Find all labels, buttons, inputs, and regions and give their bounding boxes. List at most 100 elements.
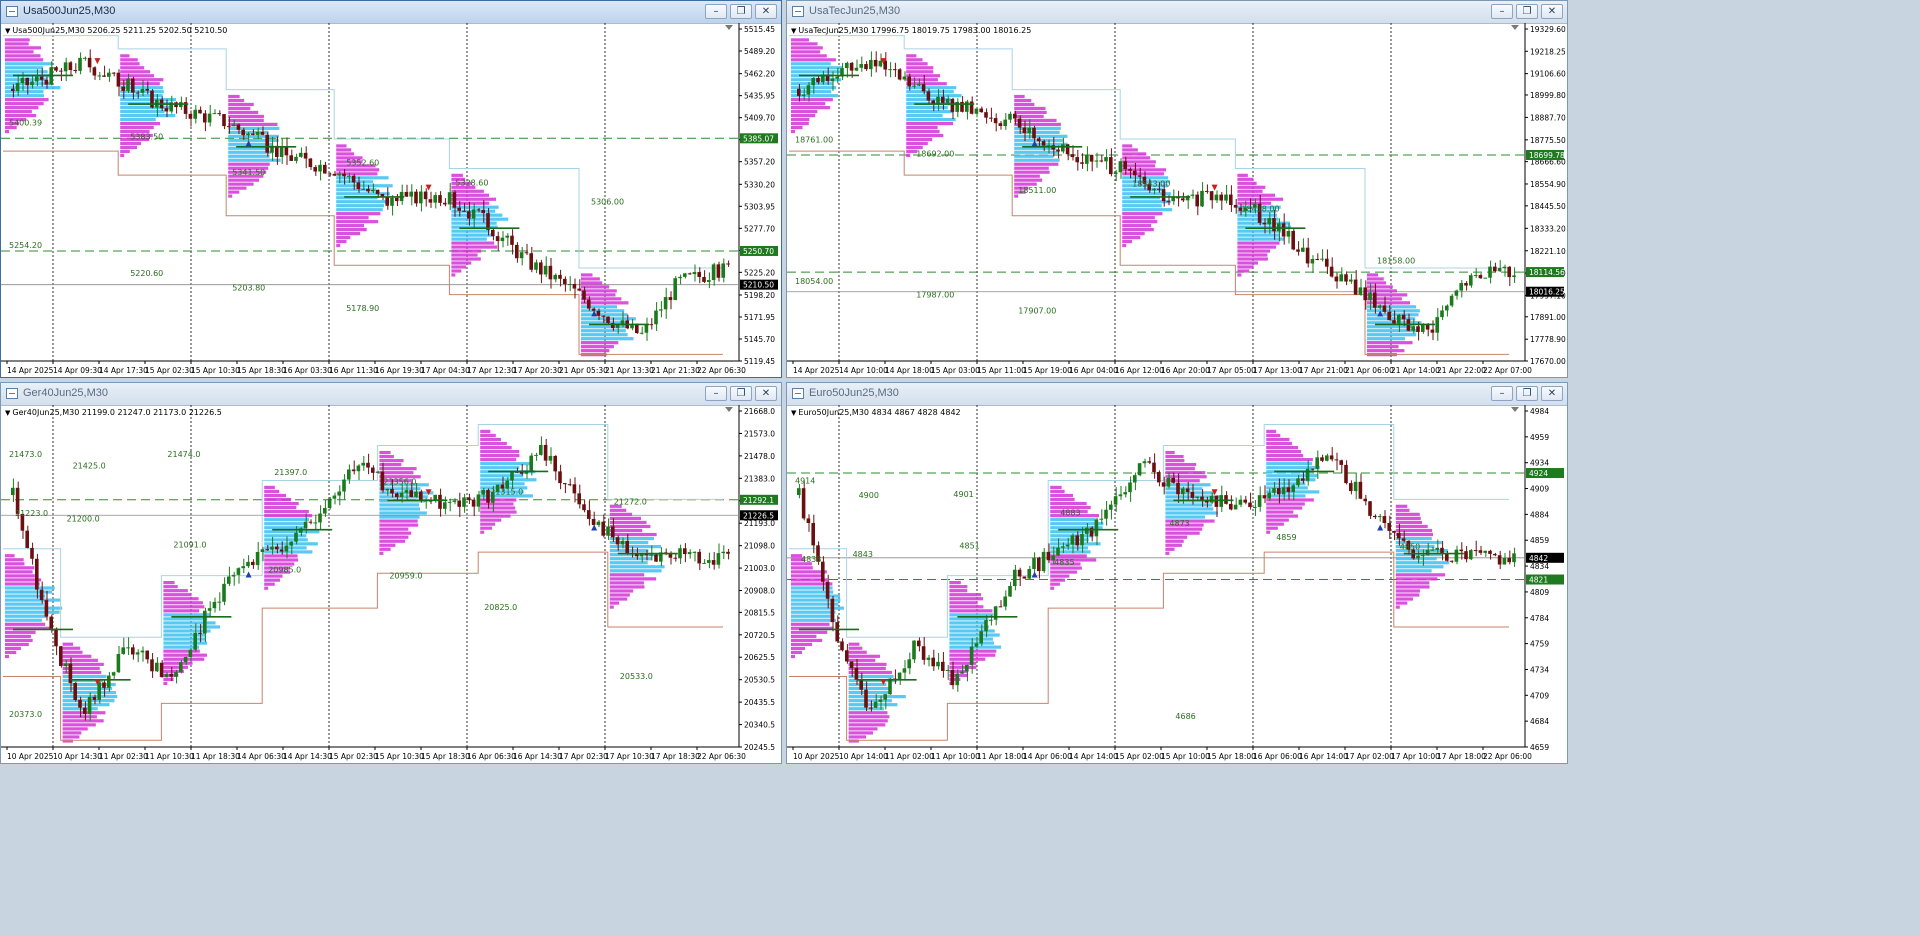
volume-profile-bar: [264, 574, 283, 578]
candle-body: [529, 253, 533, 270]
candlestick-chart[interactable]: 10 Apr 2025 10 Apr 14:0011 Apr 02:0011 Ap…: [787, 405, 1567, 763]
volume-profile-bar: [1237, 245, 1277, 249]
price-annotation: 4901: [953, 490, 973, 499]
minimize-button[interactable]: –: [1491, 4, 1513, 19]
dropdown-triangle-icon[interactable]: ▼: [5, 409, 10, 417]
volume-profile-bar: [791, 66, 844, 70]
dropdown-triangle-icon[interactable]: ▼: [791, 409, 796, 417]
volume-profile-bar: [1014, 102, 1035, 107]
restore-button[interactable]: ❐: [730, 4, 752, 19]
chart-window-ger40[interactable]: Ger40Jun25,M30 – ❐ ✕ ▼ Ger40Jun25,M30 211…: [0, 382, 782, 764]
close-button[interactable]: ✕: [755, 386, 777, 401]
candle-body: [467, 497, 471, 500]
time-label: 15 Apr 18:00: [1207, 752, 1256, 761]
time-label: 15 Apr 11:00: [977, 366, 1026, 375]
candle-body: [1397, 314, 1401, 324]
close-button[interactable]: ✕: [1541, 4, 1563, 19]
candle-body: [1401, 538, 1406, 541]
time-label: 15 Apr 02:00: [1115, 752, 1164, 761]
volume-profile-bar: [609, 581, 644, 585]
candle-body: [1181, 488, 1185, 495]
volume-profile-bar: [949, 617, 989, 621]
volume-profile-bar: [451, 253, 478, 257]
chart-window-usatec[interactable]: UsaTecJun25,M30 – ❐ ✕ ▼ UsaTecJun25,M30 1…: [786, 0, 1568, 378]
dropdown-triangle-icon[interactable]: ▼: [5, 27, 10, 35]
candle-body: [721, 263, 725, 278]
price-annotation: 20533.0: [620, 672, 653, 681]
volume-profile-bar: [609, 545, 662, 549]
restore-button[interactable]: ❐: [1516, 4, 1538, 19]
volume-profile-bar: [581, 273, 593, 277]
window-titlebar[interactable]: Usa500Jun25,M30 – ❐ ✕: [1, 1, 781, 24]
chart-window-usa500[interactable]: Usa500Jun25,M30 – ❐ ✕ ▼ Usa500Jun25,M30 5…: [0, 0, 782, 378]
candle-body: [1445, 305, 1449, 311]
volume-profile-bar: [949, 605, 984, 609]
minimize-button[interactable]: –: [705, 386, 727, 401]
volume-profile-bar: [5, 62, 53, 66]
time-label: 17 Apr 05:00: [1207, 366, 1256, 375]
price-label: 20908.0: [744, 587, 775, 596]
volume-profile-bar: [906, 106, 948, 110]
volume-profile-bar: [163, 617, 208, 621]
candle-body: [1512, 275, 1516, 278]
volume-profile-bar: [1395, 508, 1410, 512]
volume-profile-bar: [848, 703, 898, 707]
volume-profile-bar: [581, 293, 616, 297]
candle-body: [54, 67, 58, 71]
candle-body: [145, 650, 149, 660]
candle-body: [1123, 161, 1127, 170]
volume-profile-bar: [848, 646, 863, 650]
candle-body: [835, 76, 839, 79]
volume-profile-bar: [581, 285, 610, 289]
price-label: 19106.60: [1530, 70, 1566, 79]
volume-profile-bar: [1395, 577, 1438, 581]
volume-profile-bar: [791, 62, 831, 66]
candle-body: [1262, 495, 1267, 499]
candle-body: [587, 299, 591, 309]
volume-profile-bar: [163, 593, 192, 597]
candle-body: [869, 707, 873, 709]
volume-profile-bar: [581, 333, 628, 337]
window-titlebar[interactable]: UsaTecJun25,M30 – ❐ ✕: [787, 1, 1567, 24]
candle-body: [1411, 326, 1415, 331]
volume-profile-bar: [1367, 325, 1413, 329]
volume-profile-bar: [163, 661, 193, 665]
candle-body: [1118, 494, 1123, 497]
candle-body: [443, 202, 447, 205]
candle-body: [936, 661, 940, 667]
candlestick-chart[interactable]: 14 Apr 2025 14 Apr 10:0014 Apr 18:0015 Ap…: [787, 23, 1567, 377]
candle-body: [1464, 283, 1468, 286]
restore-button[interactable]: ❐: [1516, 386, 1538, 401]
candle-body: [993, 118, 998, 124]
price-annotation: 18692.00: [916, 150, 954, 159]
volume-profile-bar: [451, 249, 482, 253]
minimize-button[interactable]: –: [1491, 386, 1513, 401]
dropdown-triangle-icon[interactable]: ▼: [791, 27, 796, 35]
candle-body: [1473, 275, 1478, 277]
price-chart[interactable]: ▼ Ger40Jun25,M30 21199.0 21247.0 21173.0 …: [1, 405, 781, 763]
candle-body: [433, 195, 437, 203]
close-button[interactable]: ✕: [1541, 386, 1563, 401]
volume-profile-bar: [791, 606, 844, 610]
window-titlebar[interactable]: Ger40Jun25,M30 – ❐ ✕: [1, 383, 781, 406]
price-chart[interactable]: ▼ UsaTecJun25,M30 17996.75 18019.75 17983…: [787, 23, 1567, 377]
candle-body: [294, 156, 298, 161]
chart-window-euro50[interactable]: Euro50Jun25,M30 – ❐ ✕ ▼ Euro50Jun25,M30 4…: [786, 382, 1568, 764]
volume-profile-bar: [791, 46, 823, 50]
candlestick-chart[interactable]: 14 Apr 2025 14 Apr 09:3014 Apr 17:3015 Ap…: [1, 23, 781, 377]
restore-button[interactable]: ❐: [730, 386, 752, 401]
minimize-button[interactable]: –: [705, 4, 727, 19]
candle-body: [1056, 149, 1060, 152]
window-titlebar[interactable]: Euro50Jun25,M30 – ❐ ✕: [787, 383, 1567, 406]
close-button[interactable]: ✕: [755, 4, 777, 19]
candlestick-chart[interactable]: 10 Apr 2025 10 Apr 14:3011 Apr 02:3011 Ap…: [1, 405, 781, 763]
candle-body: [207, 608, 212, 611]
candle-body: [797, 88, 801, 96]
price-chart[interactable]: ▼ Usa500Jun25,M30 5206.25 5211.25 5202.50…: [1, 23, 781, 377]
candle-body: [241, 566, 245, 569]
volume-profile-bar: [451, 213, 503, 217]
price-chart[interactable]: ▼ Euro50Jun25,M30 4834 4867 4828 4842 10 …: [787, 405, 1567, 763]
candle-body: [428, 199, 433, 203]
candle-body: [193, 632, 197, 650]
volume-profile-bar: [791, 614, 835, 618]
